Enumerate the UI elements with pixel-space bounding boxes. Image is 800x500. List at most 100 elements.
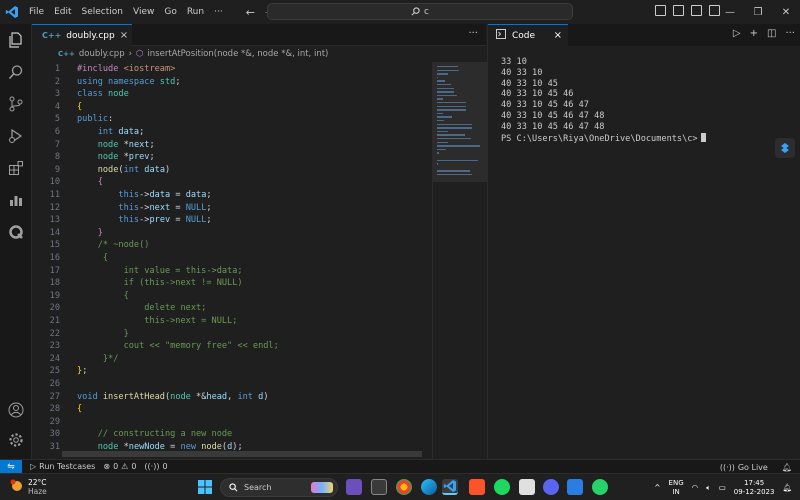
code-line[interactable]: 7 node *next; bbox=[32, 139, 432, 152]
close-window-icon[interactable]: ✕ bbox=[772, 0, 800, 24]
extension-q-icon[interactable] bbox=[6, 222, 26, 242]
app-icon-2[interactable] bbox=[519, 479, 535, 495]
code-line[interactable]: 22 } bbox=[32, 328, 432, 341]
horizontal-scrollbar[interactable] bbox=[62, 451, 422, 457]
code-line[interactable]: 25}; bbox=[32, 365, 432, 378]
toggle-sidebar-icon[interactable] bbox=[655, 5, 666, 16]
volume-icon[interactable]: 🔈︎ bbox=[706, 483, 711, 493]
explorer-icon[interactable] bbox=[6, 30, 26, 50]
split-terminal-icon[interactable]: ◫ bbox=[767, 28, 776, 39]
menu-view[interactable]: View bbox=[128, 7, 159, 17]
menu-more[interactable]: ··· bbox=[209, 7, 228, 17]
ports-indicator[interactable]: ((·)) 0 bbox=[144, 462, 167, 471]
code-line[interactable]: 6 int data; bbox=[32, 126, 432, 139]
code-token: { bbox=[77, 253, 109, 263]
notification-center-icon[interactable]: 🔔︎ bbox=[782, 483, 792, 492]
menu-selection[interactable]: Selection bbox=[77, 7, 128, 17]
wifi-icon[interactable]: ◠ bbox=[692, 483, 699, 492]
close-tab-icon[interactable]: × bbox=[120, 30, 128, 41]
terminal-output[interactable]: 33 10 40 33 10 40 33 10 45 40 33 10 45 4… bbox=[488, 46, 800, 459]
weather-widget[interactable]: 22°C Haze bbox=[10, 478, 47, 496]
code-editor[interactable]: 1 #include <iostream> 2 using namespace std… bbox=[32, 62, 432, 459]
code-line[interactable]: 26 bbox=[32, 378, 432, 391]
code-line[interactable]: 27 void insertAtHead(node *&head, int d) bbox=[32, 391, 432, 404]
code-line[interactable]: 4{ bbox=[32, 101, 432, 114]
code-line[interactable]: 10 { bbox=[32, 176, 432, 189]
account-icon[interactable] bbox=[6, 400, 26, 420]
code-line[interactable]: 23 cout << "memory free" << endl; bbox=[32, 340, 432, 353]
source-control-icon[interactable] bbox=[6, 94, 26, 114]
code-line[interactable]: 17 int value = this->data; bbox=[32, 265, 432, 278]
code-line[interactable]: 19 { bbox=[32, 290, 432, 303]
search-view-icon[interactable] bbox=[6, 62, 26, 82]
code-line[interactable]: 11 this->data = data; bbox=[32, 189, 432, 202]
edge-icon[interactable] bbox=[421, 479, 437, 495]
minimize-icon[interactable]: — bbox=[716, 0, 744, 24]
breadcrumb-file[interactable]: doubly.cpp bbox=[79, 49, 125, 59]
back-arrow-icon[interactable]: ← bbox=[246, 6, 255, 19]
code-line[interactable]: 20 delete next; bbox=[32, 302, 432, 315]
toggle-panel-icon[interactable] bbox=[673, 5, 684, 16]
code-line[interactable]: 15 /* ~node() bbox=[32, 239, 432, 252]
restore-icon[interactable]: ❐ bbox=[744, 0, 772, 24]
code-line[interactable]: 8 node *prev; bbox=[32, 151, 432, 164]
problems-indicator[interactable]: ⊗ 0 ⚠ 0 bbox=[103, 462, 136, 471]
code-line[interactable]: 3 class node bbox=[32, 88, 432, 101]
testing-icon[interactable] bbox=[6, 190, 26, 210]
code-line[interactable]: 30 // constructing a new node bbox=[32, 428, 432, 441]
taskbar-search[interactable]: Search bbox=[220, 478, 338, 497]
code-line[interactable]: 21 this->next = NULL; bbox=[32, 315, 432, 328]
code-line[interactable]: 14 } bbox=[32, 227, 432, 240]
app-icon-3[interactable] bbox=[567, 479, 583, 495]
brave-icon[interactable] bbox=[469, 479, 485, 495]
code-line[interactable]: 29 bbox=[32, 416, 432, 429]
menu-run[interactable]: Run bbox=[182, 7, 209, 17]
remote-indicator-icon[interactable]: ⇋ bbox=[0, 459, 22, 474]
notifications-bell-icon[interactable]: 🔔︎ bbox=[782, 463, 792, 472]
command-center-search[interactable]: c bbox=[267, 3, 573, 20]
menu-file[interactable]: File bbox=[24, 7, 49, 17]
tab-code-output[interactable]: Code × bbox=[488, 24, 568, 46]
menu-edit[interactable]: Edit bbox=[49, 7, 76, 17]
clock[interactable]: 17:45 09-12-2023 bbox=[734, 479, 775, 497]
code-line[interactable]: 9 node(int data) bbox=[32, 164, 432, 177]
panel-more-icon[interactable]: ··· bbox=[785, 28, 795, 39]
app-icon-1[interactable] bbox=[346, 479, 362, 495]
language-indicator[interactable]: ENG IN bbox=[669, 479, 684, 497]
task-view-icon[interactable] bbox=[371, 479, 387, 495]
close-panel-tab-icon[interactable]: × bbox=[554, 30, 562, 41]
code-line[interactable]: 28 { bbox=[32, 403, 432, 416]
code-line[interactable]: 24 }*/ bbox=[32, 353, 432, 366]
breadcrumb-symbol[interactable]: insertAtPosition(node *&, node *&, int, … bbox=[147, 49, 328, 59]
start-windows-icon[interactable] bbox=[197, 479, 213, 495]
go-live-icon: ((·)) bbox=[719, 462, 735, 472]
code-line[interactable]: 18 if (this->next != NULL) bbox=[32, 277, 432, 290]
editor-more-actions-icon[interactable]: ··· bbox=[468, 28, 478, 39]
code-line[interactable]: 5 public: bbox=[32, 113, 432, 126]
run-testcases-button[interactable]: ▷ Run Testcases bbox=[30, 462, 95, 471]
minimap[interactable] bbox=[432, 62, 487, 459]
chrome-icon[interactable] bbox=[396, 479, 412, 495]
extensions-icon[interactable] bbox=[6, 158, 26, 178]
minimap-line bbox=[437, 141, 448, 143]
tab-doubly-cpp[interactable]: C++ doubly.cpp × bbox=[32, 24, 132, 46]
battery-icon[interactable]: ▭ bbox=[719, 483, 726, 492]
code-line[interactable]: 16 { bbox=[32, 252, 432, 265]
new-terminal-icon[interactable]: + bbox=[750, 28, 758, 39]
copilot-icon[interactable] bbox=[775, 138, 795, 158]
spotify-icon[interactable] bbox=[494, 479, 510, 495]
run-debug-icon[interactable] bbox=[6, 126, 26, 146]
settings-gear-icon[interactable] bbox=[6, 430, 26, 450]
run-icon[interactable]: ▷ bbox=[733, 28, 741, 39]
code-line[interactable]: 2 using namespace std; bbox=[32, 76, 432, 89]
vscode-taskbar-icon[interactable] bbox=[442, 479, 458, 495]
whatsapp-icon[interactable] bbox=[592, 479, 608, 495]
tray-chevron-up-icon[interactable]: ^ bbox=[654, 483, 660, 492]
toggle-secondary-sidebar-icon[interactable] bbox=[691, 5, 702, 16]
code-line[interactable]: 13 this->prev = NULL; bbox=[32, 214, 432, 227]
go-live-button[interactable]: ((·)) Go Live bbox=[720, 463, 768, 472]
menu-go[interactable]: Go bbox=[159, 7, 181, 17]
discord-icon[interactable] bbox=[543, 479, 559, 495]
code-line[interactable]: 12 this->next = NULL; bbox=[32, 202, 432, 215]
code-line[interactable]: 1 #include <iostream> bbox=[32, 63, 432, 76]
